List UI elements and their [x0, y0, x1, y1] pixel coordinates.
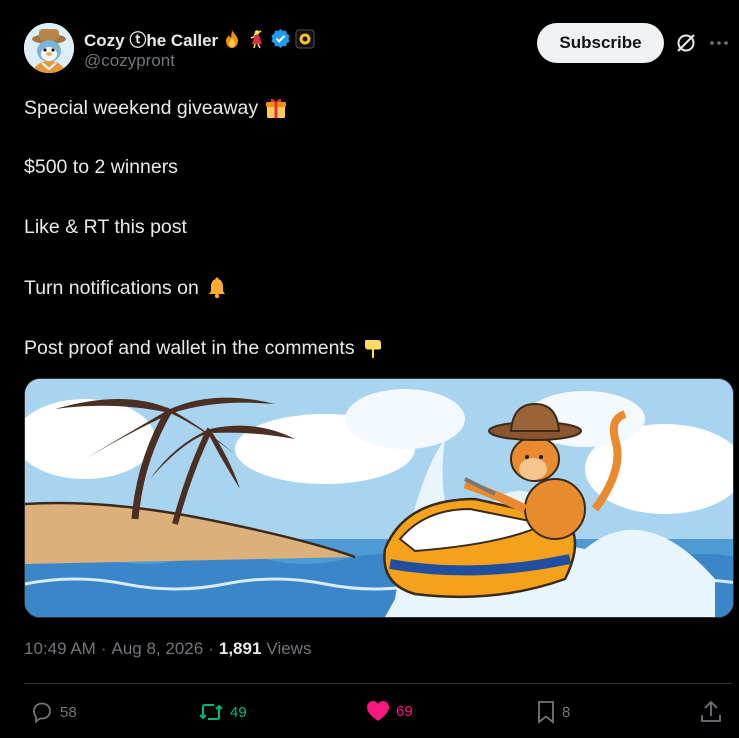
- heart-icon: [367, 701, 389, 721]
- affiliate-badge-icon[interactable]: [295, 29, 315, 49]
- bookmark-button[interactable]: 8: [536, 700, 570, 724]
- tweet-line-text: Post proof and wallet in the comments: [24, 336, 355, 359]
- reply-count: 58: [60, 703, 77, 721]
- tweet-line-text: Like & RT this post: [24, 216, 187, 238]
- share-button[interactable]: [700, 700, 722, 724]
- views-count: 1,891: [218, 639, 262, 658]
- repost-icon: [199, 704, 223, 720]
- more-icon[interactable]: [707, 32, 731, 54]
- repost-count: 49: [230, 703, 247, 721]
- monkey-jetski-illustration-icon: [25, 379, 733, 617]
- tweet-line: Post proof and wallet in the comments: [24, 336, 385, 360]
- author-display-name[interactable]: Cozy ⓣhe Caller: [84, 26, 218, 51]
- bookmark-icon: [538, 701, 554, 724]
- pointing-down-emoji-icon: [361, 336, 385, 360]
- tweet-line-text: Special weekend giveaway: [24, 96, 259, 119]
- author-name-row[interactable]: Cozy ⓣhe Caller: [84, 26, 315, 51]
- tweet-media-image[interactable]: [24, 378, 734, 618]
- tweet-line: Special weekend giveaway: [24, 96, 288, 120]
- views-label: Views: [266, 639, 312, 658]
- tweet-line-text: Turn notifications on: [24, 276, 199, 299]
- like-count: 69: [396, 702, 413, 720]
- tweet-date[interactable]: Aug 8, 2026: [112, 639, 204, 659]
- fire-emoji-icon: [222, 29, 242, 49]
- meta-separator: ·: [208, 639, 214, 658]
- share-icon: [701, 700, 721, 722]
- penguin-cowboy-avatar-icon: [24, 23, 74, 73]
- tweet-time[interactable]: 10:49 AM: [24, 639, 96, 659]
- divider: [24, 683, 732, 684]
- tweet-line: Like & RT this post: [24, 216, 187, 239]
- tweet-line: $500 to 2 winners: [24, 156, 178, 179]
- repost-button[interactable]: 49: [198, 700, 247, 724]
- grok-icon[interactable]: [675, 32, 697, 54]
- reply-button[interactable]: 58: [30, 700, 77, 724]
- tweet-line-text: $500 to 2 winners: [24, 156, 178, 178]
- verified-badge-icon[interactable]: [270, 28, 291, 49]
- avatar[interactable]: [24, 23, 74, 73]
- subscribe-button[interactable]: Subscribe: [537, 23, 664, 63]
- bell-emoji-icon: [205, 276, 229, 300]
- like-button[interactable]: 69: [366, 700, 413, 722]
- meta-separator: ·: [100, 639, 107, 658]
- dancer-emoji-icon: [246, 29, 266, 49]
- tweet-meta: 10:49 AM · Aug 8, 2026 · 1,891 Views: [24, 639, 311, 659]
- tweet-line: Turn notifications on: [24, 276, 229, 300]
- author-handle[interactable]: @cozypront: [84, 51, 175, 71]
- gift-emoji-icon: [264, 96, 288, 120]
- reply-icon: [33, 702, 51, 724]
- bookmark-count: 8: [562, 703, 571, 721]
